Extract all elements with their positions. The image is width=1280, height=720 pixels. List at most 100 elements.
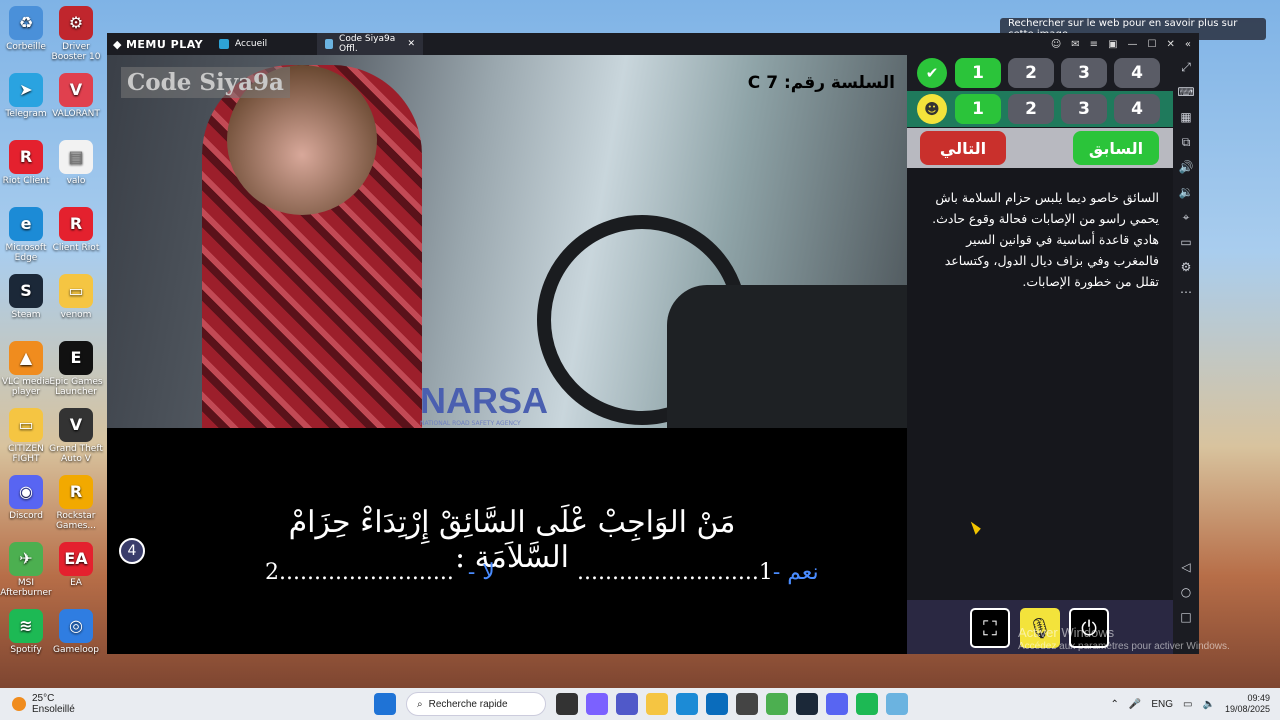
- folder-icon[interactable]: ▭: [1180, 230, 1191, 255]
- desktop-app-icon: ≋: [9, 609, 43, 643]
- activate-line1: Activer Windows: [1018, 625, 1115, 640]
- desktop-icon[interactable]: ⚙ Driver Booster 10: [46, 6, 106, 62]
- copilot-icon[interactable]: [586, 693, 608, 715]
- answer-number-chip[interactable]: 3: [1061, 58, 1107, 88]
- spotify-icon[interactable]: [856, 693, 878, 715]
- mail-icon[interactable]: ✉: [1071, 39, 1079, 50]
- apk-icon[interactable]: ▦: [1180, 105, 1191, 130]
- discord-icon[interactable]: [826, 693, 848, 715]
- next-button[interactable]: التالي: [920, 131, 1006, 165]
- speaker-icon[interactable]: 🔈: [1203, 699, 1215, 710]
- answer-number-chip[interactable]: 2: [1008, 94, 1054, 124]
- user-answer-row: ☻ 1234: [907, 91, 1173, 127]
- clock[interactable]: 09:49 19/08/2025: [1225, 693, 1270, 715]
- answer-number-chip[interactable]: 4: [1114, 58, 1160, 88]
- desktop-app-icon: E: [59, 341, 93, 375]
- answer-number-chip[interactable]: 1: [955, 58, 1001, 88]
- mic-icon[interactable]: 🎤: [1129, 699, 1141, 710]
- steam-icon[interactable]: [796, 693, 818, 715]
- desktop-app-icon: ▤: [59, 140, 93, 174]
- edge-icon[interactable]: [676, 693, 698, 715]
- tab-code-siya9a[interactable]: Code Siya9a Offl. ✕: [317, 33, 423, 55]
- screen-icon[interactable]: ▣: [1108, 39, 1117, 50]
- location-icon[interactable]: ⌖: [1183, 205, 1190, 230]
- system-tray: ⌃ 🎤 ENG ▭ 🔈 09:49 19/08/2025: [1111, 693, 1280, 715]
- chevron-up-icon[interactable]: ⌃: [1111, 699, 1119, 710]
- window-controls: ☺ ✉ ≡ ▣ — ☐ ✕ «: [1051, 39, 1199, 50]
- close-tab-icon[interactable]: ✕: [407, 39, 415, 49]
- collapse-sidebar-icon[interactable]: «: [1185, 39, 1191, 50]
- answer-no: 2......................... - لا: [265, 560, 495, 585]
- answer-number-chip[interactable]: 1: [955, 94, 1001, 124]
- back-icon[interactable]: ◁: [1181, 555, 1190, 580]
- answer-no-dots: 2.........................: [265, 560, 454, 585]
- narsa-subtitle: NATIONAL ROAD SAFETY AGENCY: [420, 420, 521, 427]
- memu-window: ◆ MEMU PLAY Accueil Code Siya9a Offl. ✕ …: [107, 33, 1199, 654]
- question-photo: Code Siya9a السلسة رقم: 7 C NARSA NATION…: [107, 55, 907, 428]
- task-view-icon[interactable]: [556, 693, 578, 715]
- volume-up-icon[interactable]: 🔊: [1179, 155, 1194, 180]
- desktop-app-icon: ▭: [9, 408, 43, 442]
- question-number-badge: 4: [119, 538, 145, 564]
- desktop-icon-label: Gameloop: [52, 645, 100, 655]
- navigation-bar: التالي السابق: [907, 128, 1173, 168]
- maximize-icon[interactable]: ☐: [1148, 39, 1157, 50]
- desktop-icon-label: valo: [66, 176, 86, 186]
- tab-accueil[interactable]: Accueil: [211, 33, 317, 55]
- desktop-icon-label: Grand Theft Auto V: [49, 444, 103, 464]
- close-window-icon[interactable]: ✕: [1166, 39, 1174, 50]
- app-watermark: Code Siya9a: [121, 67, 290, 98]
- emulator-sidebar: ⤢ ⌨ ▦ ⧉ 🔊 🔉 ⌖ ▭ ⚙ ⋯ ◁ ○ □: [1173, 55, 1199, 654]
- desktop-icon[interactable]: ◎ Gameloop: [46, 609, 106, 655]
- explorer-icon[interactable]: [646, 693, 668, 715]
- desktop-icon[interactable]: E Epic Games Launcher: [46, 341, 106, 397]
- windows-start-icon[interactable]: [374, 693, 396, 715]
- desktop-icon-label: Rockstar Games...: [55, 511, 97, 531]
- weather-text: Ensoleillé: [32, 704, 75, 715]
- language-indicator[interactable]: ENG: [1151, 699, 1173, 710]
- search-placeholder: Recherche rapide: [428, 698, 508, 710]
- desktop-app-icon: R: [59, 207, 93, 241]
- answer-number-chip[interactable]: 4: [1114, 94, 1160, 124]
- fullscreen-icon[interactable]: ⛶: [970, 608, 1010, 648]
- narsa-logo: NARSA: [420, 380, 549, 421]
- minimize-icon[interactable]: —: [1128, 39, 1138, 50]
- more-icon[interactable]: ⋯: [1180, 280, 1192, 305]
- desktop-icon[interactable]: EA EA: [46, 542, 106, 588]
- store-icon[interactable]: [706, 693, 728, 715]
- desktop-icon[interactable]: ▭ venom: [46, 274, 106, 320]
- chrome-icon[interactable]: [766, 693, 788, 715]
- desktop-icon[interactable]: R Rockstar Games...: [46, 475, 106, 531]
- expand-icon[interactable]: ⤢: [1181, 55, 1191, 80]
- weather-widget[interactable]: 25°C Ensoleillé: [0, 693, 370, 715]
- desktop-app-icon: ◉: [9, 475, 43, 509]
- desktop-icon[interactable]: ▤ valo: [46, 140, 106, 186]
- teams-icon[interactable]: [616, 693, 638, 715]
- desktop-icon[interactable]: V VALORANT: [46, 73, 106, 119]
- answer-panel: ✔ 1234 ☻ 1234 التالي السابق السائق خاصو …: [907, 55, 1173, 654]
- home-icon[interactable]: ○: [1181, 580, 1191, 605]
- network-icon[interactable]: ▭: [1183, 699, 1192, 710]
- desktop-icon-label: Driver Booster 10: [51, 42, 101, 62]
- desktop-icon-label: Epic Games Launcher: [49, 377, 103, 397]
- memu-icon[interactable]: [886, 693, 908, 715]
- tab-code-siya9a-label: Code Siya9a Offl.: [339, 34, 396, 54]
- memu-logo-icon: ◆: [113, 37, 122, 51]
- clock-date: 19/08/2025: [1224, 704, 1270, 714]
- settings-icon[interactable]: ⚙: [1181, 255, 1192, 280]
- answer-number-chip[interactable]: 3: [1061, 94, 1107, 124]
- android-screen: Code Siya9a السلسة رقم: 7 C NARSA NATION…: [107, 55, 1173, 654]
- keyboard-icon[interactable]: ⌨: [1177, 80, 1194, 105]
- sun-icon: [12, 697, 26, 711]
- answer-number-chip[interactable]: 2: [1008, 58, 1054, 88]
- app-icon[interactable]: [736, 693, 758, 715]
- desktop-icon[interactable]: V Grand Theft Auto V: [46, 408, 106, 464]
- taskbar-search[interactable]: ⌕ Recherche rapide: [406, 692, 546, 716]
- account-icon[interactable]: ☺: [1051, 39, 1061, 50]
- multi-window-icon[interactable]: ⧉: [1182, 130, 1191, 155]
- desktop-icon[interactable]: R Client Riot: [46, 207, 106, 253]
- volume-down-icon[interactable]: 🔉: [1179, 180, 1194, 205]
- previous-button[interactable]: السابق: [1073, 131, 1159, 165]
- menu-icon[interactable]: ≡: [1090, 39, 1098, 50]
- desktop-icon-label: VALORANT: [52, 109, 100, 119]
